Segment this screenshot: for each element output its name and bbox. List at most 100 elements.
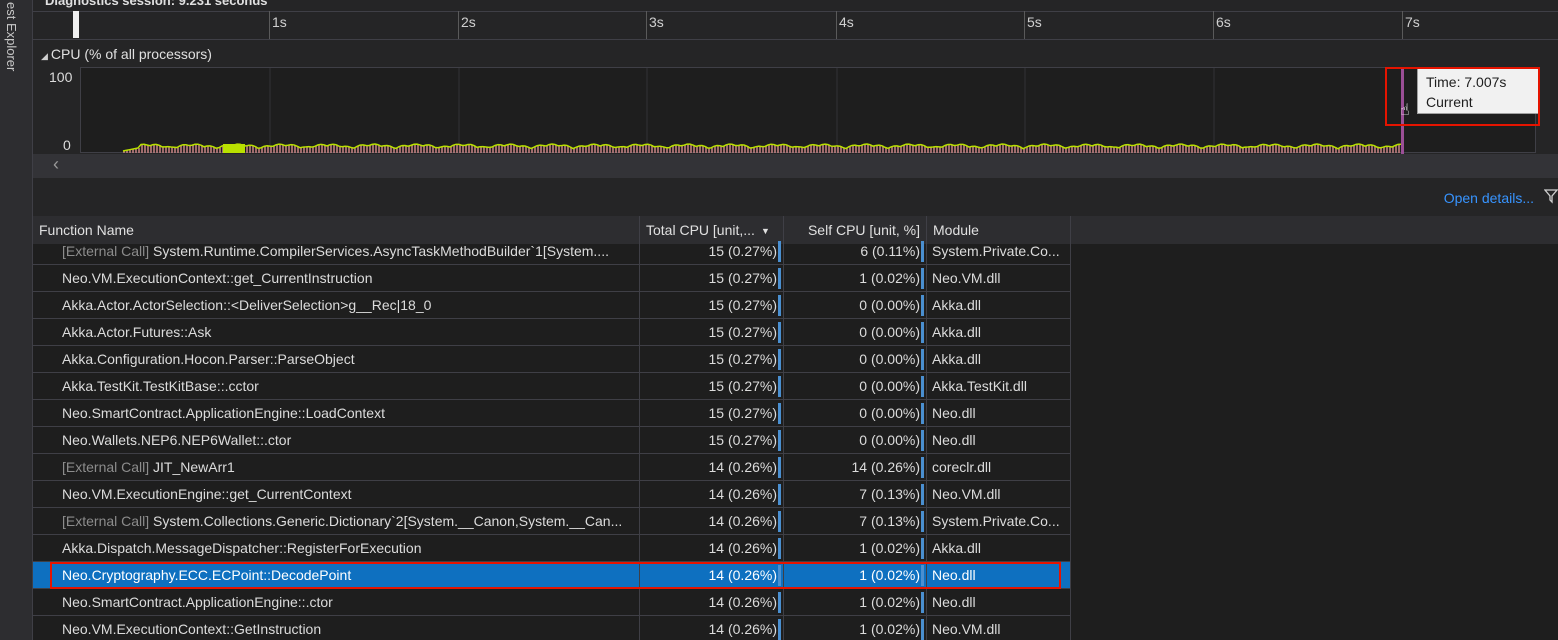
cpu-sample-bar xyxy=(1206,146,1208,153)
cpu-graph-title[interactable]: ◢ CPU (% of all processors) xyxy=(41,46,212,62)
y-axis-max-label: 100 xyxy=(49,69,73,85)
cpu-plot-area[interactable] xyxy=(80,67,1536,154)
cpu-sample-bar xyxy=(723,146,725,153)
module-cell-text: Akka.dll xyxy=(932,297,982,313)
ruler-tick xyxy=(1402,11,1403,39)
cpu-sample-bar xyxy=(1272,144,1274,153)
cpu-sample-bar xyxy=(219,147,221,153)
cpu-sample-bar xyxy=(771,144,773,153)
cpu-sample-bar xyxy=(807,146,809,153)
external-call-prefix: [External Call] xyxy=(62,459,150,475)
cpu-sample-bar xyxy=(726,144,728,153)
cpu-sample-bar xyxy=(909,144,911,153)
self-cpu-cell: 0 (0.00%) xyxy=(784,346,927,373)
cpu-sample-bar xyxy=(456,144,458,153)
cpu-sample-bar xyxy=(462,145,464,153)
cpu-sample-bar xyxy=(1260,145,1262,153)
table-row[interactable]: [External Call] System.Runtime.CompilerS… xyxy=(33,238,1071,265)
cpu-sample-bar xyxy=(180,145,182,153)
table-row[interactable]: Neo.Cryptography.ECC.ECPoint::DecodePoin… xyxy=(33,562,1071,589)
cpu-share-bar xyxy=(778,484,781,505)
function-name: System.Runtime.CompilerServices.AsyncTas… xyxy=(149,243,609,259)
timeline-selection-handle[interactable] xyxy=(73,11,79,38)
cpu-sample-bar xyxy=(1392,147,1394,153)
table-row[interactable]: Akka.Dispatch.MessageDispatcher::Registe… xyxy=(33,535,1071,562)
cpu-sample-bar xyxy=(1350,146,1352,153)
function-name-cell: Neo.SmartContract.ApplicationEngine::.ct… xyxy=(33,589,640,616)
cpu-sample-bar xyxy=(1068,147,1070,153)
cpu-sample-bar xyxy=(1209,145,1211,153)
cpu-share-bar xyxy=(921,403,924,424)
module-cell: coreclr.dll xyxy=(927,454,1071,481)
table-row[interactable]: Neo.SmartContract.ApplicationEngine::.ct… xyxy=(33,589,1071,616)
cpu-sample-bar xyxy=(1026,147,1028,153)
cpu-sample-bar xyxy=(1296,148,1298,153)
graph-scroll-bar[interactable]: ‹ xyxy=(33,154,1558,178)
cpu-sample-bar xyxy=(855,145,857,153)
module-cell: Neo.dll xyxy=(927,562,1071,589)
self-cpu-cell: 1 (0.02%) xyxy=(784,535,927,562)
cpu-sample-bar xyxy=(285,145,287,153)
self-cpu-cell-text: 1 (0.02%) xyxy=(859,594,920,610)
cpu-sample-bar xyxy=(1218,145,1220,153)
table-row[interactable]: Neo.Wallets.NEP6.NEP6Wallet::.ctor 15 (0.… xyxy=(33,427,1071,454)
ruler-tick xyxy=(1024,11,1025,39)
table-row[interactable]: Akka.Actor.Futures::Ask 15 (0.27%) 0 (0.00… xyxy=(33,319,1071,346)
table-row[interactable]: Neo.VM.ExecutionEngine::get_CurrentConte… xyxy=(33,481,1071,508)
function-name: Neo.Wallets.NEP6.NEP6Wallet::.ctor xyxy=(62,432,292,448)
function-name-cell: Akka.Dispatch.MessageDispatcher::Registe… xyxy=(33,535,640,562)
cpu-sample-bar xyxy=(1245,147,1247,153)
timeline-ruler[interactable]: Diagnostics session: 9.231 seconds 1s 2s 3… xyxy=(33,0,1558,40)
y-axis-min-label: 0 xyxy=(63,137,71,153)
cpu-sample-bar xyxy=(204,146,206,153)
cpu-sample-bar xyxy=(837,145,839,153)
cpu-sample-bar xyxy=(303,147,305,153)
cpu-sample-bar xyxy=(804,147,806,153)
cpu-sample-bar xyxy=(852,145,854,153)
filter-icon[interactable] xyxy=(1544,188,1558,204)
table-row[interactable]: [External Call] JIT_NewArr1 14 (0.26%) 14 … xyxy=(33,454,1071,481)
cpu-sample-bar xyxy=(1227,145,1229,153)
module-cell: Neo.VM.dll xyxy=(927,616,1071,640)
table-row[interactable]: Neo.SmartContract.ApplicationEngine::Loa… xyxy=(33,400,1071,427)
cpu-sample-bar xyxy=(1011,146,1013,153)
cpu-sample-bar xyxy=(1398,144,1400,153)
cpu-sample-bar xyxy=(543,145,545,153)
cpu-graph-title-text: CPU (% of all processors) xyxy=(50,46,212,62)
table-row[interactable]: Akka.TestKit.TestKitBase::.cctor 15 (0.27… xyxy=(33,373,1071,400)
total-cpu-cell-text: 15 (0.27%) xyxy=(708,243,777,259)
cpu-sample-bar xyxy=(147,145,149,153)
cpu-sample-bar xyxy=(261,147,263,153)
table-row[interactable]: Akka.Actor.ActorSelection::<DeliverSelec… xyxy=(33,292,1071,319)
cpu-sample-bar xyxy=(768,144,770,153)
function-name-cell: Neo.VM.ExecutionContext::GetInstruction xyxy=(33,616,640,640)
cpu-sample-bar xyxy=(834,146,836,153)
table-row[interactable]: Neo.VM.ExecutionContext::get_CurrentInst… xyxy=(33,265,1071,292)
cpu-sample-bar xyxy=(717,145,719,153)
module-cell-text: Akka.dll xyxy=(932,540,982,556)
table-row[interactable]: [External Call] System.Collections.Gener… xyxy=(33,508,1071,535)
cpu-sample-bar xyxy=(762,146,764,153)
table-row[interactable]: Akka.Configuration.Hocon.Parser::ParseOb… xyxy=(33,346,1071,373)
cpu-sample-bar xyxy=(1113,146,1115,153)
scroll-left-chevron-icon[interactable]: ‹ xyxy=(53,154,59,175)
total-cpu-cell-text: 14 (0.26%) xyxy=(708,594,777,610)
self-cpu-cell-text: 1 (0.02%) xyxy=(859,540,920,556)
cpu-sample-bar xyxy=(522,145,524,153)
cpu-sample-bar xyxy=(636,144,638,153)
collapse-triangle-icon[interactable]: ◢ xyxy=(41,51,48,61)
function-name: Neo.SmartContract.ApplicationEngine::Loa… xyxy=(62,405,385,421)
function-name-cell: Neo.Cryptography.ECC.ECPoint::DecodePoin… xyxy=(33,562,640,589)
cpu-sample-bar xyxy=(969,147,971,153)
cpu-sample-bar xyxy=(1191,145,1193,153)
ruler-tick-label: 3s xyxy=(649,14,664,30)
cpu-sample-bar xyxy=(1233,144,1235,153)
cpu-sample-bar xyxy=(558,145,560,153)
open-details-link[interactable]: Open details... xyxy=(1444,190,1534,206)
test-explorer-tab[interactable]: est Explorer xyxy=(4,2,19,71)
cpu-sample-bar xyxy=(675,144,677,153)
table-row[interactable]: Neo.VM.ExecutionContext::GetInstruction 1… xyxy=(33,616,1071,640)
cpu-sample-bar xyxy=(546,146,548,153)
cpu-sample-bar xyxy=(945,145,947,153)
self-cpu-cell-text: 0 (0.00%) xyxy=(859,405,920,421)
